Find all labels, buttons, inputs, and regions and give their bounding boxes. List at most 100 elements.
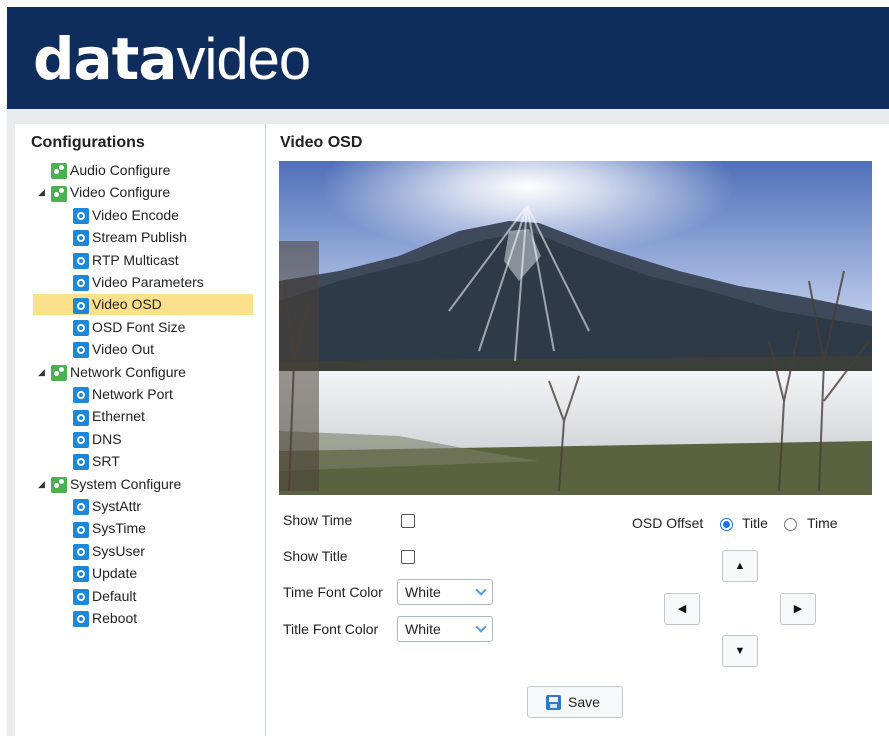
sidebar-item-label: Video Out xyxy=(92,341,155,358)
gear-icon xyxy=(73,409,89,426)
main-panel: Video OSD Show Time Show Title Time Font… xyxy=(266,124,889,736)
arrow-right-icon: ▶ xyxy=(793,603,803,615)
sidebar-item-video-out[interactable]: Video Out xyxy=(73,339,154,360)
sidebar-item-label: System Configure xyxy=(70,475,182,492)
expand-arrow-icon[interactable]: ◢ xyxy=(38,474,45,495)
sidebar-item-audio-configure[interactable]: Audio Configure xyxy=(51,160,170,181)
gear-icon xyxy=(73,342,89,359)
sidebar-item-label: SystAttr xyxy=(92,498,142,514)
gear-icon xyxy=(73,521,89,538)
sidebar-item-label: RTP Multicast xyxy=(92,251,179,268)
offset-time-label: Time xyxy=(807,515,838,531)
sidebar-item-video-encode[interactable]: Video Encode xyxy=(73,205,179,226)
video-preview xyxy=(279,161,872,495)
show-time-label: Show Time xyxy=(283,512,353,528)
show-time-checkbox[interactable] xyxy=(401,514,415,528)
sidebar-item-network-configure[interactable]: ◢ Network Configure xyxy=(38,362,186,383)
video-preview-image xyxy=(279,161,872,495)
sidebar-item-label: Video OSD xyxy=(92,296,162,313)
gear-group-icon xyxy=(51,476,67,493)
sidebar-item-label: SRT xyxy=(92,453,120,470)
sidebar-item-label: SysTime xyxy=(92,520,146,537)
sidebar-item-label: DNS xyxy=(92,430,122,447)
sidebar-title: Configurations xyxy=(31,134,145,151)
sidebar-item-label: Audio Configure xyxy=(70,162,171,178)
gear-icon xyxy=(73,611,89,628)
sidebar-item-label: SysUser xyxy=(92,542,145,559)
sidebar-item-default[interactable]: Default xyxy=(73,586,136,607)
logo-bold-text: data xyxy=(33,25,178,93)
sidebar-item-network-port[interactable]: Network Port xyxy=(73,384,173,405)
offset-left-button[interactable]: ◀ xyxy=(664,593,700,625)
sidebar-item-video-osd[interactable]: Video OSD xyxy=(33,294,253,316)
sidebar-item-label: Video Parameters xyxy=(92,274,204,290)
gear-icon xyxy=(73,588,89,605)
sidebar-item-system-configure[interactable]: ◢ System Configure xyxy=(38,474,182,495)
sidebar-item-update[interactable]: Update xyxy=(73,563,137,584)
sidebar-item-label: Network Port xyxy=(92,386,173,402)
time-font-color-label: Time Font Color xyxy=(283,584,383,600)
offset-time-radio[interactable] xyxy=(784,518,797,531)
sidebar-item-sysuser[interactable]: SysUser xyxy=(73,541,145,562)
sidebar-item-label: Stream Publish xyxy=(92,229,187,246)
configurations-sidebar: Configurations Audio Configure ◢ Video Con… xyxy=(15,124,266,736)
sidebar-item-label: Video Configure xyxy=(70,184,171,201)
show-title-checkbox[interactable] xyxy=(401,550,415,564)
gear-icon xyxy=(73,297,89,314)
osd-offset-label: OSD Offset xyxy=(632,515,704,531)
sidebar-item-label: Ethernet xyxy=(92,408,145,425)
expand-arrow-icon[interactable]: ◢ xyxy=(38,362,45,383)
sidebar-item-stream-publish[interactable]: Stream Publish xyxy=(73,227,187,248)
arrow-left-icon: ◀ xyxy=(677,603,687,615)
sidebar-item-video-configure[interactable]: ◢ Video Configure xyxy=(38,182,171,203)
datavideo-logo: datavideo xyxy=(33,21,312,97)
sidebar-item-label: Video Encode xyxy=(92,206,179,223)
gear-icon xyxy=(73,230,89,247)
save-button-label: Save xyxy=(568,694,600,710)
sidebar-item-systattr[interactable]: SystAttr xyxy=(73,496,141,517)
gear-icon xyxy=(73,544,89,561)
offset-up-button[interactable]: ▲ xyxy=(722,550,758,582)
gear-icon xyxy=(73,208,89,225)
gear-group-icon xyxy=(51,185,67,202)
title-font-color-value: White xyxy=(405,621,441,637)
save-disk-icon xyxy=(546,695,561,710)
time-font-color-select[interactable]: White xyxy=(397,579,493,605)
page-title: Video OSD xyxy=(280,134,363,151)
sidebar-item-label: Default xyxy=(92,587,137,604)
sidebar-item-ethernet[interactable]: Ethernet xyxy=(73,406,145,427)
sidebar-item-label: Network Configure xyxy=(70,363,186,380)
title-font-color-label: Title Font Color xyxy=(283,621,379,637)
gear-icon xyxy=(73,432,89,449)
chevron-down-icon xyxy=(475,584,487,596)
offset-title-radio[interactable] xyxy=(720,518,733,531)
gear-icon xyxy=(73,275,89,292)
time-font-color-value: White xyxy=(405,584,441,600)
logo-light-text: video xyxy=(176,27,312,92)
gear-icon xyxy=(73,252,89,269)
save-button[interactable]: Save xyxy=(527,686,623,718)
arrow-down-icon: ▼ xyxy=(734,645,746,657)
sidebar-item-video-parameters[interactable]: Video Parameters xyxy=(73,272,204,293)
expand-arrow-icon[interactable]: ◢ xyxy=(38,182,45,203)
sidebar-item-reboot[interactable]: Reboot xyxy=(73,608,137,629)
app-header: datavideo xyxy=(7,7,889,109)
sidebar-item-label: OSD Font Size xyxy=(92,318,186,335)
offset-down-button[interactable]: ▼ xyxy=(722,635,758,667)
sidebar-item-dns[interactable]: DNS xyxy=(73,429,122,450)
offset-right-button[interactable]: ▶ xyxy=(780,593,816,625)
sidebar-item-systime[interactable]: SysTime xyxy=(73,518,146,539)
gear-icon xyxy=(73,499,89,516)
gear-icon xyxy=(73,387,89,404)
gear-icon xyxy=(73,454,89,471)
sidebar-item-srt[interactable]: SRT xyxy=(73,451,120,472)
title-font-color-select[interactable]: White xyxy=(397,616,493,642)
gear-group-icon xyxy=(51,163,67,180)
offset-title-label: Title xyxy=(742,515,768,531)
sidebar-item-osd-font-size[interactable]: OSD Font Size xyxy=(73,317,185,338)
gear-icon xyxy=(73,566,89,583)
sidebar-item-rtp-multicast[interactable]: RTP Multicast xyxy=(73,250,179,271)
gear-group-icon xyxy=(51,364,67,381)
sidebar-item-label: Reboot xyxy=(92,610,138,626)
arrow-up-icon: ▲ xyxy=(734,560,746,572)
